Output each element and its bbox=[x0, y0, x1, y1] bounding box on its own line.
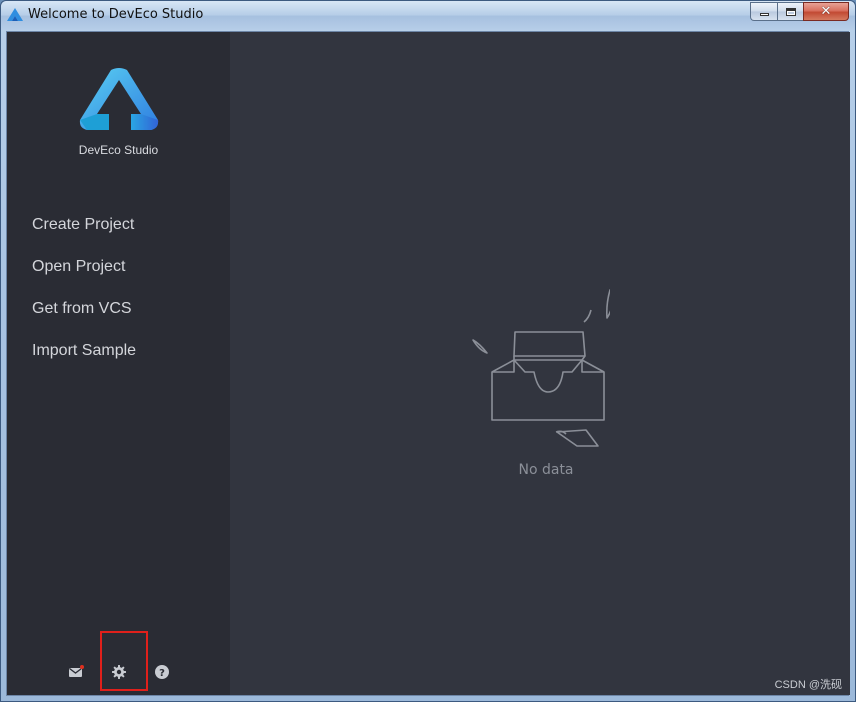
close-button[interactable]: ✕ bbox=[803, 2, 849, 21]
welcome-screen: DevEco Studio Create Project Open Projec… bbox=[6, 31, 850, 696]
get-from-vcs-link[interactable]: Get from VCS bbox=[7, 288, 230, 330]
deveco-logo bbox=[79, 68, 159, 130]
application-window: Welcome to DevEco Studio ✕ DevEco Studio… bbox=[0, 0, 856, 702]
create-project-link[interactable]: Create Project bbox=[7, 204, 230, 246]
help-icon[interactable]: ? bbox=[154, 664, 170, 680]
window-controls: ✕ bbox=[750, 2, 849, 21]
maximize-button[interactable] bbox=[777, 2, 803, 21]
window-title: Welcome to DevEco Studio bbox=[28, 7, 204, 22]
sidebar: DevEco Studio Create Project Open Projec… bbox=[7, 32, 230, 695]
open-project-link[interactable]: Open Project bbox=[7, 246, 230, 288]
mail-icon[interactable] bbox=[68, 664, 84, 680]
minimize-button[interactable] bbox=[750, 2, 777, 21]
minimize-icon bbox=[759, 13, 769, 16]
maximize-icon bbox=[785, 7, 796, 16]
svg-text:?: ? bbox=[159, 668, 165, 679]
watermark: CSDN @洗砚 bbox=[774, 679, 842, 691]
close-icon: ✕ bbox=[820, 4, 832, 19]
app-name-label: DevEco Studio bbox=[78, 143, 159, 157]
empty-inbox-icon bbox=[472, 289, 610, 447]
welcome-menu: Create Project Open Project Get from VCS… bbox=[7, 204, 230, 372]
empty-state-text: No data bbox=[518, 462, 574, 478]
recent-projects-panel: No data CSDN @洗砚 bbox=[230, 32, 850, 695]
deveco-app-icon bbox=[7, 8, 23, 21]
import-sample-link[interactable]: Import Sample bbox=[7, 330, 230, 372]
settings-highlight-box bbox=[100, 631, 148, 691]
title-bar[interactable]: Welcome to DevEco Studio ✕ bbox=[1, 1, 855, 30]
